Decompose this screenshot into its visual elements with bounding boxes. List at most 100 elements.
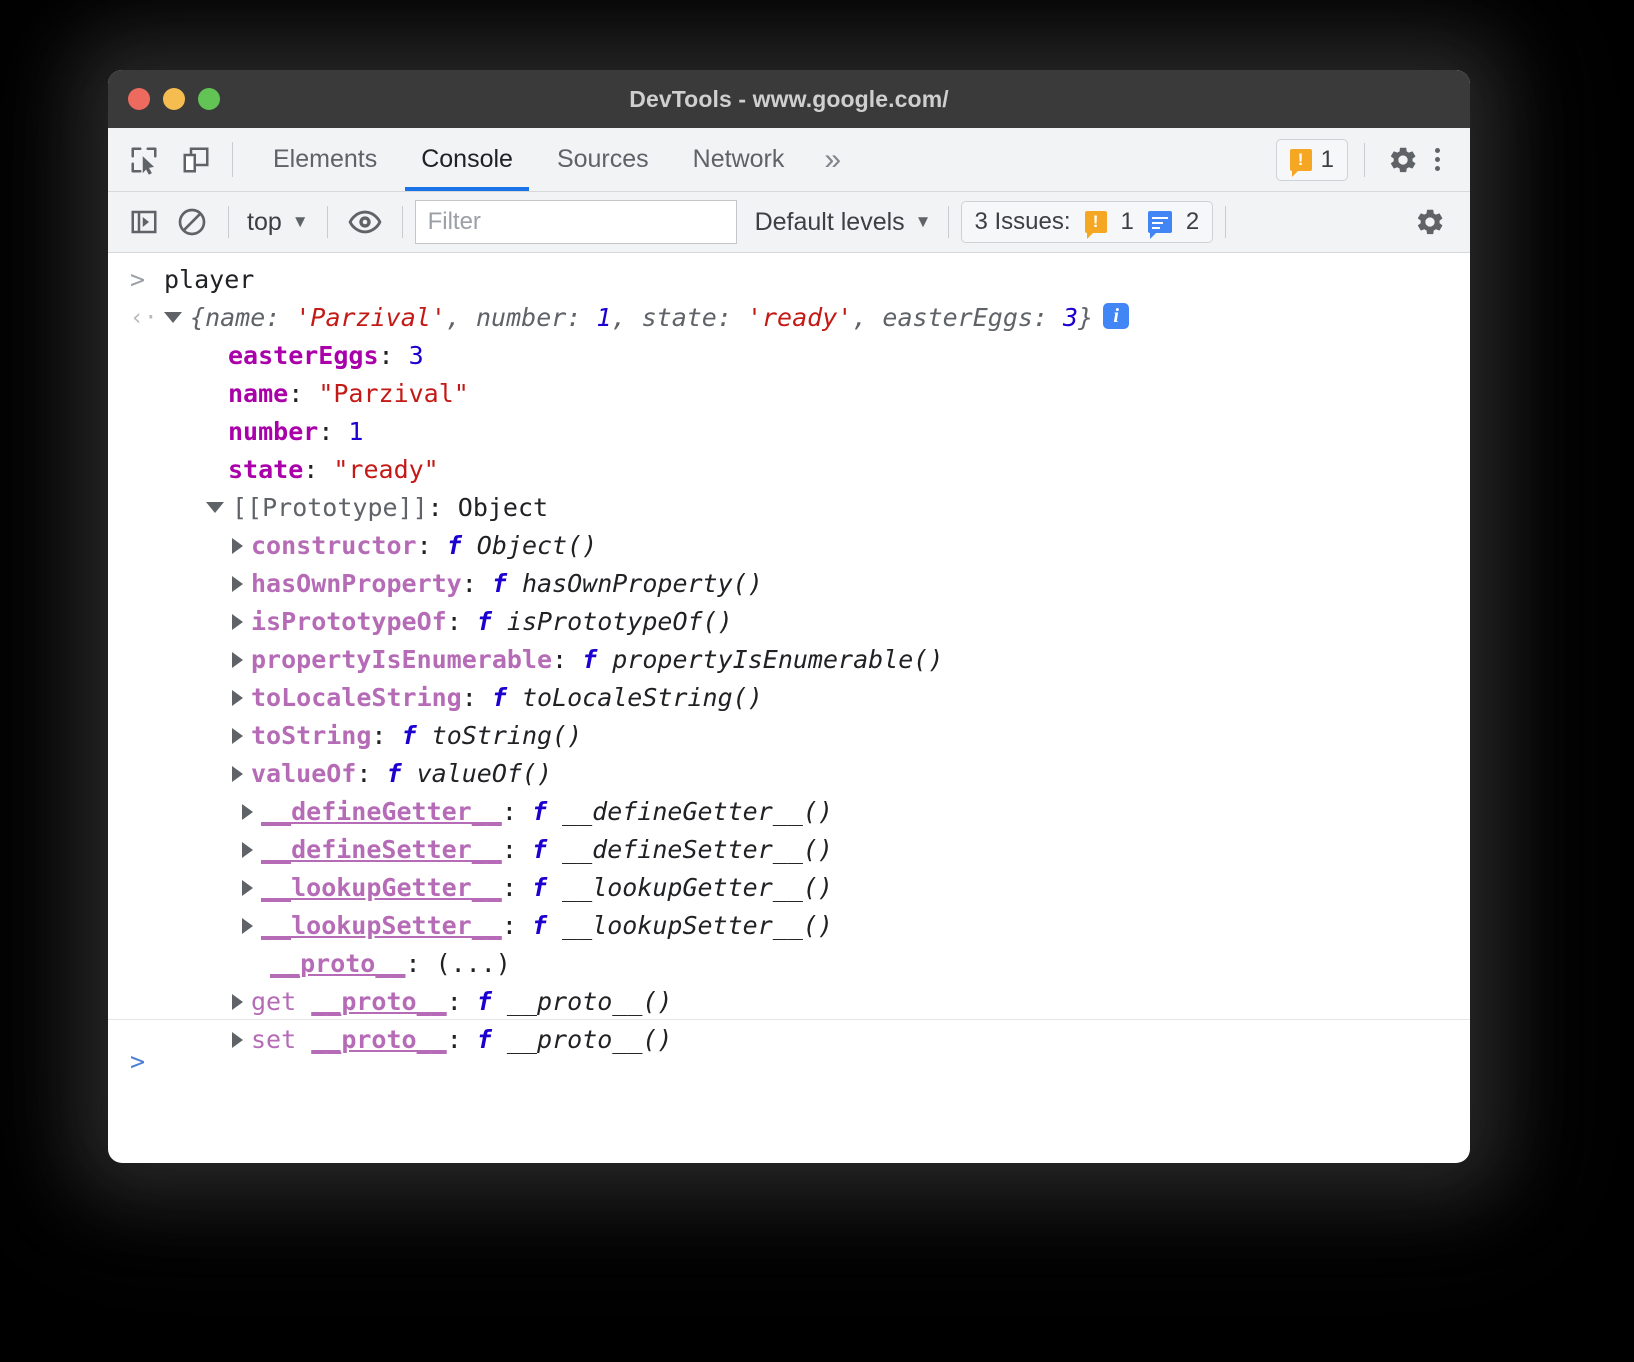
row-content: state: "ready" bbox=[164, 451, 439, 489]
row-content: name: "Parzival" bbox=[164, 375, 469, 413]
prototype-property-colon: : bbox=[356, 759, 386, 788]
prototype-property-name: valueOf bbox=[251, 759, 356, 788]
expand-triangle-icon[interactable] bbox=[242, 880, 253, 896]
console-prompt[interactable]: > bbox=[130, 1047, 164, 1076]
expand-triangle-icon[interactable] bbox=[232, 538, 243, 554]
warning-count-label: 1 bbox=[1321, 146, 1334, 174]
function-glyph-icon: f bbox=[532, 911, 562, 940]
expand-triangle-icon[interactable] bbox=[242, 804, 253, 820]
tab-network-label: Network bbox=[693, 145, 785, 174]
prototype-property-row: isPrototypeOf: f isPrototypeOf() bbox=[108, 603, 1470, 641]
prototype-property-value: valueOf() bbox=[417, 759, 552, 788]
accessor-colon: : bbox=[447, 987, 477, 1016]
prototype-property-colon: : bbox=[502, 797, 532, 826]
prototype-property-value: __defineSetter__() bbox=[562, 835, 833, 864]
prototype-property-name: propertyIsEnumerable bbox=[251, 645, 552, 674]
toolbar-divider bbox=[948, 206, 949, 238]
expand-triangle-icon[interactable] bbox=[232, 728, 243, 744]
property-name: easterEggs bbox=[228, 341, 379, 370]
live-expression-icon[interactable] bbox=[340, 205, 390, 239]
window-title: DevTools - www.google.com/ bbox=[108, 86, 1470, 113]
expand-triangle-icon[interactable] bbox=[232, 652, 243, 668]
function-glyph-icon: f bbox=[477, 1025, 507, 1054]
expand-triangle-icon[interactable] bbox=[232, 994, 243, 1010]
console-settings-gear-icon[interactable] bbox=[1408, 206, 1458, 238]
more-tabs-label: » bbox=[824, 143, 841, 177]
collapse-triangle-icon[interactable] bbox=[206, 502, 224, 513]
prototype-property-name: __lookupSetter__ bbox=[261, 911, 502, 940]
prototype-property-colon: : bbox=[462, 569, 492, 598]
issues-label: 3 Issues: bbox=[975, 208, 1071, 236]
kebab-menu-icon[interactable] bbox=[1425, 148, 1456, 171]
gear-icon[interactable] bbox=[1381, 144, 1425, 176]
toolbar-divider bbox=[327, 206, 328, 238]
execution-context-selector[interactable]: top ▼ bbox=[241, 208, 315, 237]
row-content: get __proto__: f __proto__() bbox=[164, 983, 672, 1021]
preview-separator: , bbox=[852, 303, 882, 332]
device-toolbar-icon[interactable] bbox=[170, 128, 222, 191]
expand-triangle-icon[interactable] bbox=[232, 1032, 243, 1048]
property-name: state bbox=[228, 455, 303, 484]
warning-icon: ! bbox=[1290, 149, 1312, 171]
object-info-icon[interactable]: i bbox=[1103, 303, 1129, 329]
prototype-property-name: __lookupGetter__ bbox=[261, 873, 502, 902]
expand-triangle-icon[interactable] bbox=[232, 576, 243, 592]
devtools-window: DevTools - www.google.com/ Elements Cons… bbox=[108, 70, 1470, 1163]
console-input-row: >player bbox=[108, 261, 1470, 299]
prototype-property-value: Object() bbox=[477, 531, 597, 560]
row-content: constructor: f Object() bbox=[164, 527, 597, 565]
function-glyph-icon: f bbox=[532, 797, 562, 826]
row-content: hasOwnProperty: f hasOwnProperty() bbox=[164, 565, 763, 603]
prototype-property-colon: : bbox=[447, 607, 477, 636]
tab-network[interactable]: Network bbox=[671, 128, 807, 191]
row-content: set __proto__: f __proto__() bbox=[164, 1021, 672, 1059]
row-gutter: > bbox=[130, 261, 164, 299]
property-colon: : bbox=[288, 379, 318, 408]
clear-console-icon[interactable] bbox=[168, 206, 216, 238]
prototype-property-row: __lookupSetter__: f __lookupSetter__() bbox=[108, 907, 1470, 945]
chevron-down-icon: ▼ bbox=[292, 212, 309, 232]
panel-tabs: Elements Console Sources Network » bbox=[251, 128, 859, 191]
preview-open-brace: { bbox=[190, 303, 205, 332]
log-levels-selector[interactable]: Default levels ▼ bbox=[755, 208, 932, 237]
tab-console[interactable]: Console bbox=[399, 128, 535, 191]
prototype-property-colon: : bbox=[502, 873, 532, 902]
tab-elements[interactable]: Elements bbox=[251, 128, 399, 191]
expand-triangle-icon[interactable] bbox=[242, 918, 253, 934]
preview-separator: , bbox=[611, 303, 641, 332]
row-content: toLocaleString: f toLocaleString() bbox=[164, 679, 763, 717]
prototype-property-value: propertyIsEnumerable() bbox=[612, 645, 943, 674]
row-content: isPrototypeOf: f isPrototypeOf() bbox=[164, 603, 733, 641]
property-value: 3 bbox=[409, 341, 424, 370]
prototype-label: [[Prototype]] bbox=[232, 493, 428, 522]
console-input-text: player bbox=[164, 265, 254, 294]
function-glyph-icon: f bbox=[532, 873, 562, 902]
prototype-property-colon: : bbox=[371, 721, 401, 750]
tabbar-right-controls: ! 1 bbox=[1276, 128, 1470, 191]
issues-button[interactable]: 3 Issues: ! 1 2 bbox=[961, 201, 1214, 243]
inspect-element-icon[interactable] bbox=[118, 128, 170, 191]
console-output[interactable]: >player‹·{name: 'Parzival', number: 1, s… bbox=[108, 253, 1470, 1098]
expand-triangle-icon[interactable] bbox=[242, 842, 253, 858]
expand-triangle-icon[interactable] bbox=[232, 614, 243, 630]
function-glyph-icon: f bbox=[492, 569, 522, 598]
console-sidebar-icon[interactable] bbox=[120, 207, 168, 237]
property-value: 1 bbox=[348, 417, 363, 446]
filter-input[interactable] bbox=[415, 200, 737, 244]
row-content: valueOf: f valueOf() bbox=[164, 755, 552, 793]
preview-key-name: name: bbox=[205, 303, 295, 332]
prototype-property-name: __defineSetter__ bbox=[261, 835, 502, 864]
preview-close-brace: } bbox=[1078, 303, 1093, 332]
more-tabs-chevron-icon[interactable]: » bbox=[806, 128, 859, 191]
tab-sources[interactable]: Sources bbox=[535, 128, 671, 191]
expand-triangle-icon[interactable] bbox=[232, 766, 243, 782]
expand-triangle-icon[interactable] bbox=[164, 312, 182, 323]
property-name: number bbox=[228, 417, 318, 446]
prototype-property-row: hasOwnProperty: f hasOwnProperty() bbox=[108, 565, 1470, 603]
function-glyph-icon: f bbox=[582, 645, 612, 674]
warning-count-button[interactable]: ! 1 bbox=[1276, 139, 1348, 181]
prototype-property-row: __defineGetter__: f __defineGetter__() bbox=[108, 793, 1470, 831]
prototype-property-colon: : bbox=[502, 835, 532, 864]
expand-triangle-icon[interactable] bbox=[232, 690, 243, 706]
property-colon: : bbox=[379, 341, 409, 370]
